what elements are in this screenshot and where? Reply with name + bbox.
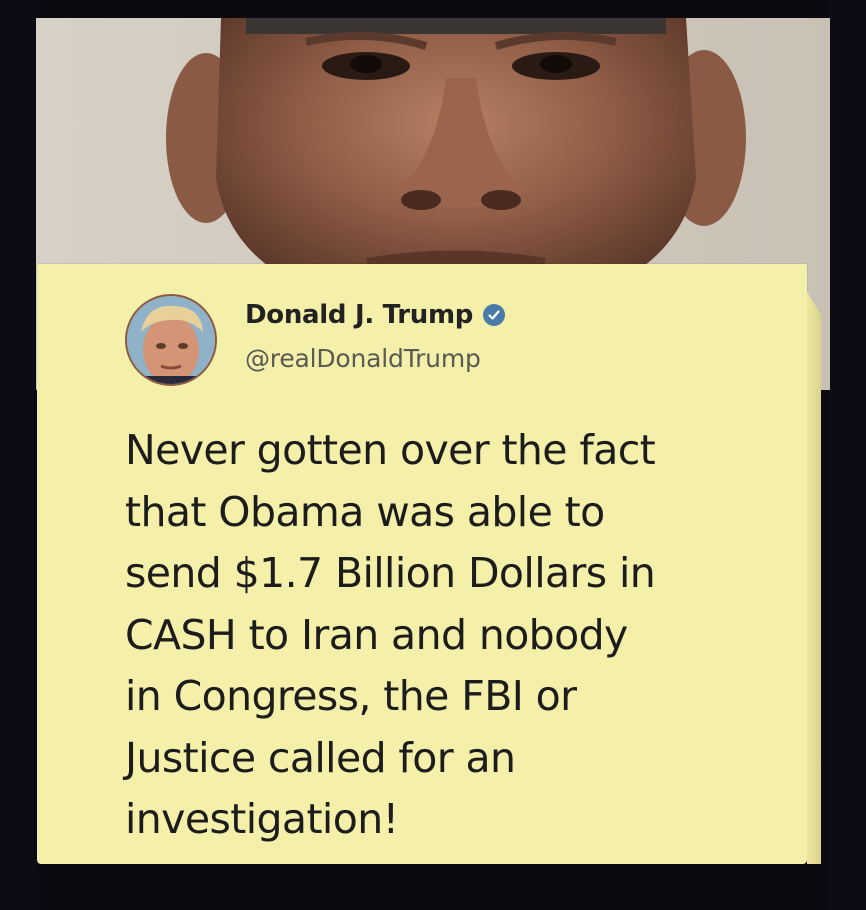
- tweet-line: Justice called for an: [125, 733, 516, 782]
- profile-photo: [125, 294, 217, 386]
- tweet-line: send $1.7 Billion Dollars in: [125, 549, 656, 597]
- tweet-line: Never gotten over the fact: [125, 426, 656, 474]
- tweet-card: Donald J. Trump @realDonaldTrump Never g…: [37, 264, 807, 864]
- tweet-line: in Congress, the FBI or: [125, 672, 577, 720]
- tweet-line: investigation!: [125, 795, 399, 843]
- tweet-line: that Obama was able to: [125, 487, 605, 536]
- tweet-line: CASH to Iran and nobody: [125, 610, 628, 659]
- author-name-row: Donald J. Trump: [245, 300, 506, 330]
- meme-canvas: Donald J. Trump @realDonaldTrump Never g…: [0, 0, 866, 910]
- author-name[interactable]: Donald J. Trump: [245, 300, 473, 330]
- author-handle[interactable]: @realDonaldTrump: [245, 344, 481, 373]
- tweet-body: Never gotten over the fact that Obama wa…: [125, 420, 785, 851]
- verified-badge-icon: [483, 304, 506, 326]
